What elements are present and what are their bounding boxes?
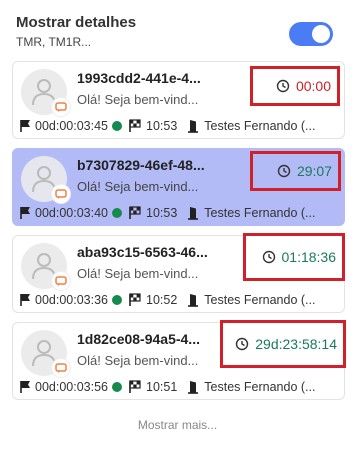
last-message: Olá! Seja bem-vind... (77, 266, 199, 281)
sla-timer: 00:00 (295, 78, 331, 94)
start-time: 10:51 (146, 380, 178, 394)
conversation-id: b7307829-46ef-48... (77, 157, 205, 173)
status-online-icon (112, 382, 122, 392)
agent-name: Testes Fernando (... (204, 119, 316, 133)
conversation-list-panel: Mostrar detalhes TMR, TM1R... 1993cdd2-4… (0, 0, 355, 450)
flag-icon (20, 381, 30, 393)
start-time: 10:52 (146, 293, 178, 307)
door-icon (188, 120, 199, 133)
conversation-card[interactable]: 1993cdd2-441e-4... Olá! Seja bem-vind...… (12, 61, 345, 139)
checkered-flag-icon (129, 380, 141, 393)
conversation-id: 1993cdd2-441e-4... (77, 70, 201, 86)
door-icon (188, 207, 199, 220)
door-icon (188, 381, 199, 394)
show-details-toggle[interactable] (289, 22, 333, 46)
card-meta: 00d:00:03:36 10:52 Testes Fernando (... (19, 292, 340, 308)
card-meta: 00d:00:03:40 10:53 Testes Fernando (... (19, 205, 340, 221)
chat-channel-icon (52, 185, 70, 203)
chat-channel-icon (52, 98, 70, 116)
start-time: 10:53 (146, 206, 178, 220)
sla-timer: 29d:23:58:14 (255, 336, 337, 352)
show-more-link[interactable]: Mostrar mais... (0, 418, 355, 432)
agent-name: Testes Fernando (... (204, 380, 316, 394)
sla-timer: 29:07 (296, 163, 332, 179)
last-message: Olá! Seja bem-vind... (77, 92, 199, 107)
duration: 00d:00:03:36 (35, 293, 108, 307)
conversation-card[interactable]: b7307829-46ef-48... Olá! Seja bem-vind..… (12, 148, 345, 226)
duration: 00d:00:03:56 (35, 380, 108, 394)
clock-icon (236, 337, 249, 351)
clock-icon (276, 79, 290, 93)
chat-channel-icon (52, 359, 70, 377)
checkered-flag-icon (129, 293, 141, 306)
door-icon (188, 294, 199, 307)
card-meta: 00d:00:03:45 10:53 Testes Fernando (... (19, 118, 340, 134)
sla-timer: 01:18:36 (281, 249, 337, 265)
conversation-id: aba93c15-6563-46... (77, 244, 208, 260)
chat-channel-icon (52, 272, 70, 290)
checkered-flag-icon (129, 206, 141, 219)
flag-icon (20, 207, 30, 219)
conversation-id: 1d82ce08-94a5-4... (77, 331, 200, 347)
status-online-icon (112, 295, 122, 305)
last-message: Olá! Seja bem-vind... (77, 353, 199, 368)
clock-icon (262, 250, 275, 264)
flag-icon (20, 294, 30, 306)
details-header: Mostrar detalhes TMR, TM1R... (16, 14, 345, 54)
toggle-knob (312, 25, 330, 43)
agent-name: Testes Fernando (... (204, 206, 316, 220)
timer-highlight: 29:07 (250, 151, 341, 191)
timer-highlight: 29d:23:58:14 (220, 320, 346, 368)
checkered-flag-icon (129, 119, 141, 132)
clock-icon (277, 164, 291, 178)
timer-highlight: 00:00 (250, 66, 340, 106)
flag-icon (20, 120, 30, 132)
card-meta: 00d:00:03:56 10:51 Testes Fernando (... (19, 379, 340, 395)
start-time: 10:53 (146, 119, 178, 133)
last-message: Olá! Seja bem-vind... (77, 179, 199, 194)
timer-highlight: 01:18:36 (243, 233, 345, 281)
status-online-icon (112, 121, 122, 131)
duration: 00d:00:03:45 (35, 119, 108, 133)
duration: 00d:00:03:40 (35, 206, 108, 220)
agent-name: Testes Fernando (... (204, 293, 316, 307)
conversation-card[interactable]: 1d82ce08-94a5-4... Olá! Seja bem-vind...… (12, 320, 346, 400)
conversation-card[interactable]: aba93c15-6563-46... Olá! Seja bem-vind..… (12, 233, 345, 313)
status-online-icon (112, 208, 122, 218)
